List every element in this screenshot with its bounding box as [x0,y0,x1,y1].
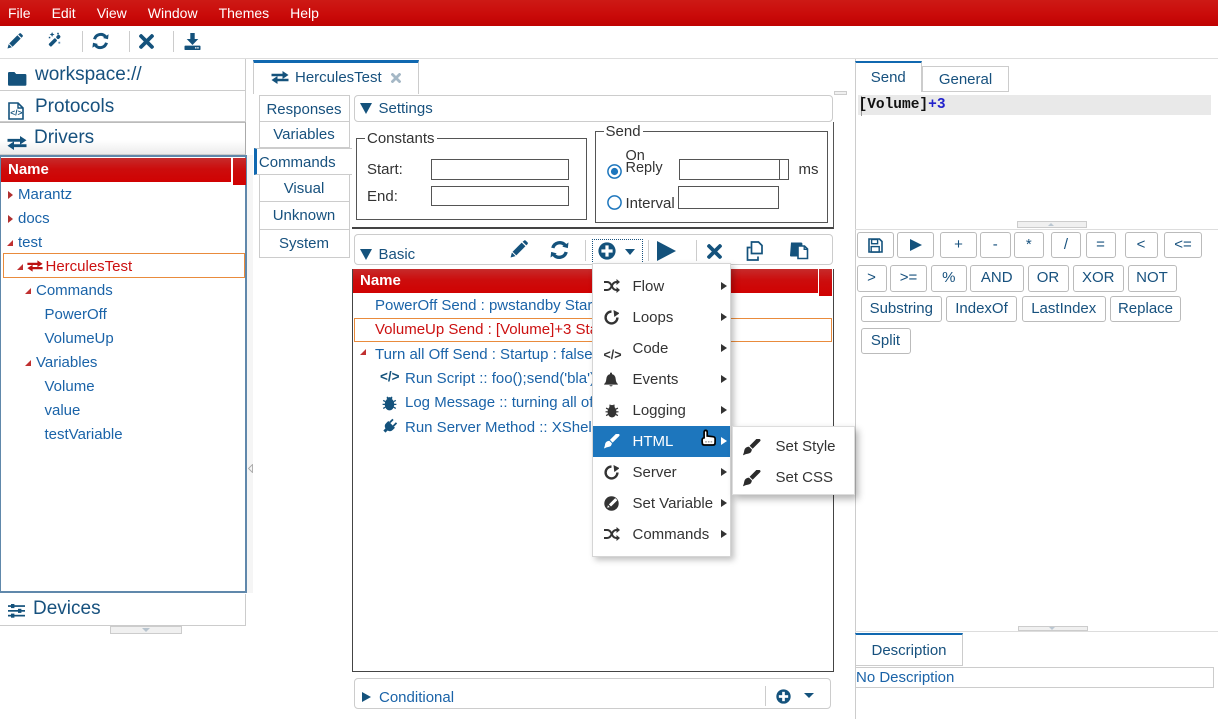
svg-text:</>: </> [10,108,22,118]
